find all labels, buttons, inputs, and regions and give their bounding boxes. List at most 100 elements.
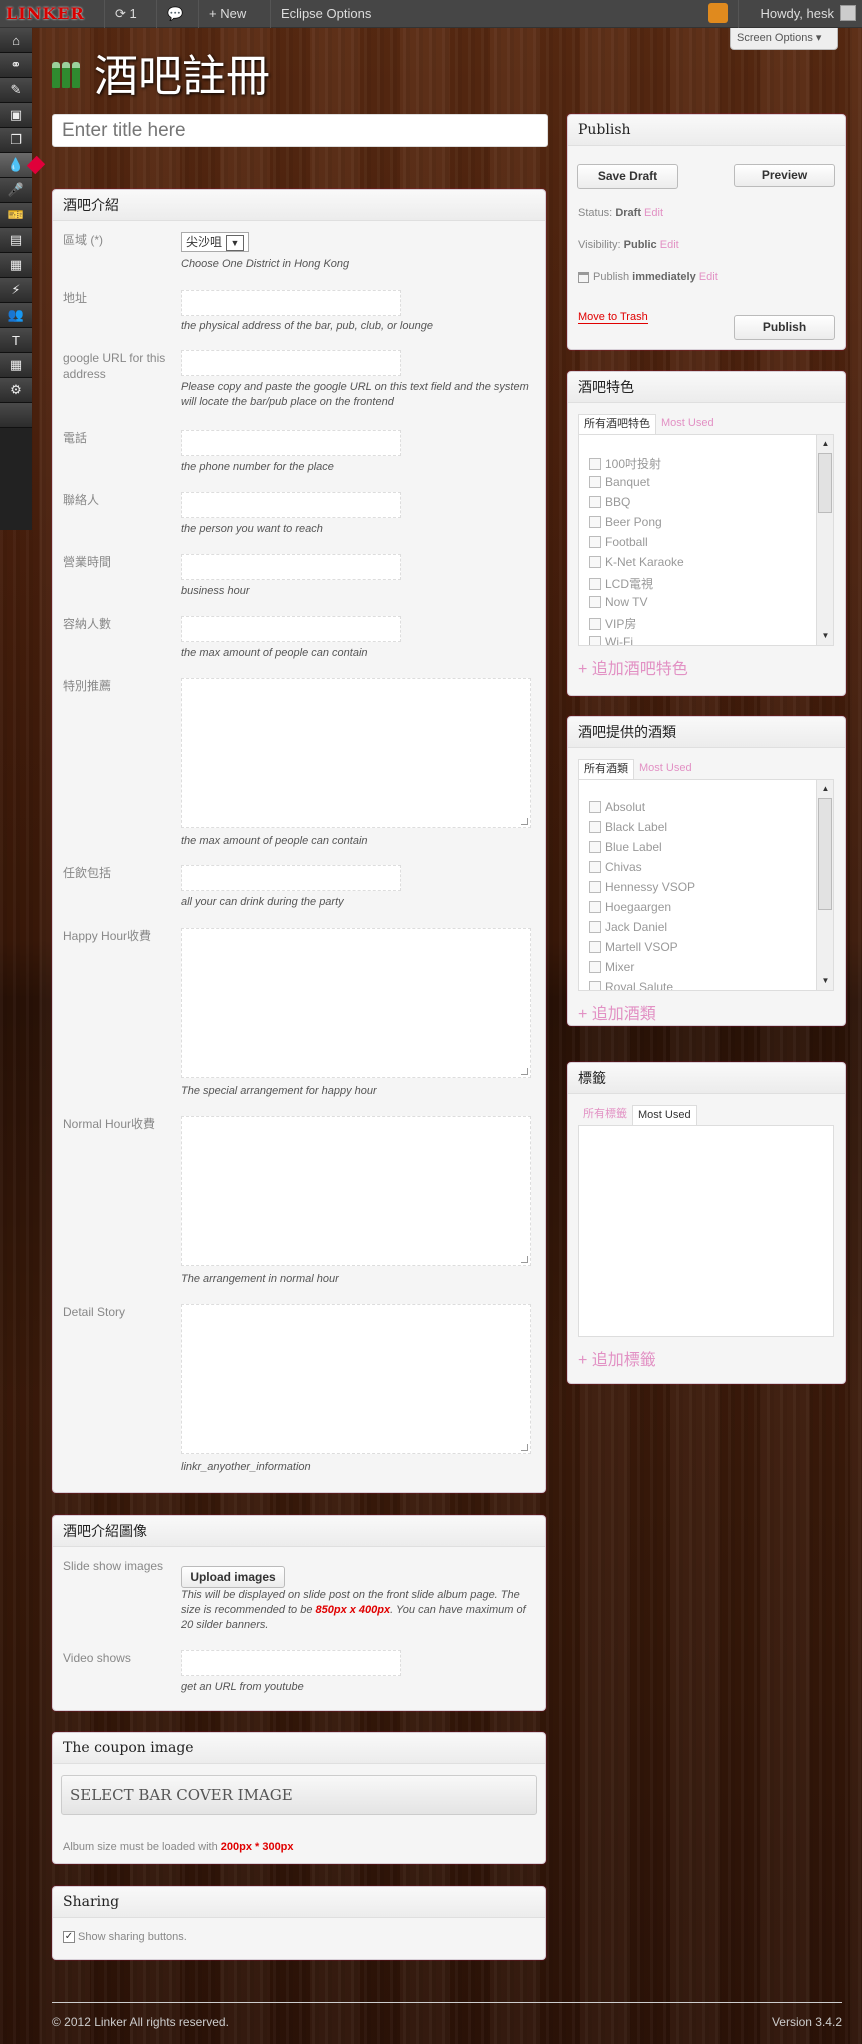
notification-icon[interactable] xyxy=(708,3,728,23)
tab-most-used-features[interactable]: Most Used xyxy=(656,414,719,434)
select-cover-image-button[interactable]: SELECT BAR COVER IMAGE xyxy=(61,1775,537,1815)
checkbox[interactable] xyxy=(589,577,601,590)
video-input[interactable] xyxy=(181,1650,401,1676)
menu-tools[interactable]: T xyxy=(0,328,32,353)
tab-all-features[interactable]: 所有酒吧特色 xyxy=(578,414,656,434)
status-edit-link[interactable]: Edit xyxy=(644,207,663,219)
menu-users[interactable]: 👥 xyxy=(0,303,32,328)
drink-item[interactable]: Hennessy VSOP xyxy=(589,880,695,894)
drink-item[interactable]: Martell VSOP xyxy=(589,940,678,954)
tab-most-used-drinks[interactable]: Most Used xyxy=(634,759,697,779)
add-tag-link[interactable]: + 追加標籤 xyxy=(578,1346,656,1370)
checkbox[interactable] xyxy=(589,636,601,645)
menu-settings[interactable]: ⚙ xyxy=(0,378,32,403)
drinks-scrollbar[interactable]: ▲ ▼ xyxy=(816,780,833,990)
comments-menu[interactable]: 💬 xyxy=(156,0,193,28)
checkbox[interactable] xyxy=(589,556,601,568)
menu-plugins[interactable]: ⚡ xyxy=(0,278,32,303)
upload-images-button[interactable]: Upload images xyxy=(181,1566,285,1588)
drink-item[interactable]: Blue Label xyxy=(589,840,662,854)
menu-collapse[interactable] xyxy=(0,403,32,428)
happy-hour-textarea[interactable] xyxy=(181,928,531,1078)
avatar[interactable] xyxy=(840,5,856,21)
address-input[interactable] xyxy=(181,290,401,316)
checkbox[interactable] xyxy=(589,981,601,990)
checkbox[interactable] xyxy=(589,516,601,528)
feature-item[interactable]: LCD電視 xyxy=(589,575,653,592)
updates-menu[interactable]: ⟳ 1 xyxy=(104,0,147,28)
checkbox[interactable] xyxy=(589,901,601,913)
checkbox[interactable] xyxy=(589,841,601,853)
menu-appearance[interactable]: ▦ xyxy=(0,253,32,278)
drink-item[interactable]: Black Label xyxy=(589,820,667,834)
move-to-trash-link[interactable]: Move to Trash xyxy=(578,311,648,324)
menu-media[interactable]: ▣ xyxy=(0,103,32,128)
drink-item[interactable]: Mixer xyxy=(589,960,634,974)
phone-input[interactable] xyxy=(181,430,401,456)
screen-options-button[interactable]: Screen Options ▾ xyxy=(730,28,838,50)
checkbox[interactable] xyxy=(589,881,601,893)
tab-all-drinks[interactable]: 所有酒類 xyxy=(578,759,634,779)
tab-most-used-tags[interactable]: Most Used xyxy=(632,1105,697,1125)
google-url-input[interactable] xyxy=(181,350,401,376)
menu-dashboard[interactable]: ⌂ xyxy=(0,28,32,53)
menu-microphone[interactable]: 🎤 xyxy=(0,178,32,203)
visibility-edit-link[interactable]: Edit xyxy=(660,239,679,251)
feature-item[interactable]: BBQ xyxy=(589,495,630,509)
checkbox[interactable] xyxy=(589,617,601,630)
feature-item[interactable]: Banquet xyxy=(589,475,650,489)
scroll-thumb[interactable] xyxy=(818,453,832,513)
checkbox[interactable] xyxy=(589,457,601,470)
checkbox[interactable] xyxy=(589,596,601,608)
menu-pages[interactable]: ❐ xyxy=(0,128,32,153)
new-content-menu[interactable]: + New xyxy=(198,0,256,28)
checkbox[interactable] xyxy=(589,921,601,933)
drink-item[interactable]: Chivas xyxy=(589,860,642,874)
feature-item[interactable]: K-Net Karaoke xyxy=(589,555,684,569)
save-draft-button[interactable]: Save Draft xyxy=(577,164,678,189)
menu-bars[interactable]: ⚭ xyxy=(0,53,32,78)
scroll-thumb[interactable] xyxy=(818,798,832,910)
menu-comments[interactable]: ▤ xyxy=(0,228,32,253)
detail-textarea[interactable] xyxy=(181,1304,531,1454)
menu-posts[interactable]: ✎ xyxy=(0,78,32,103)
preview-button[interactable]: Preview xyxy=(734,164,835,187)
checkbox[interactable] xyxy=(589,536,601,548)
menu-tickets[interactable]: 🎫 xyxy=(0,203,32,228)
menu-settings-grid[interactable]: ▦ xyxy=(0,353,32,378)
publish-time-edit-link[interactable]: Edit xyxy=(699,271,718,283)
menu-bar-register[interactable]: 💧 xyxy=(0,153,32,178)
contact-input[interactable] xyxy=(181,492,401,518)
feature-item[interactable]: VIP房 xyxy=(589,615,636,632)
checkbox[interactable] xyxy=(589,961,601,973)
sharing-checkbox[interactable]: ✓ xyxy=(63,1931,75,1943)
feature-item[interactable]: Wi-Fi xyxy=(589,635,633,645)
checkbox[interactable] xyxy=(589,496,601,508)
checkbox[interactable] xyxy=(589,861,601,873)
drink-item[interactable]: Jack Daniel xyxy=(589,920,667,934)
hours-input[interactable] xyxy=(181,554,401,580)
feature-item[interactable]: Now TV xyxy=(589,595,647,609)
tab-all-tags[interactable]: 所有標籤 xyxy=(578,1105,632,1125)
district-select[interactable]: 尖沙咀 ▼ xyxy=(181,232,250,252)
drink-item[interactable]: Hoegaargen xyxy=(589,900,671,914)
checkbox[interactable] xyxy=(589,821,601,833)
feature-item[interactable]: Beer Pong xyxy=(589,515,662,529)
free-drink-input[interactable] xyxy=(181,865,401,891)
checkbox[interactable] xyxy=(589,941,601,953)
howdy-user[interactable]: Howdy, hesk xyxy=(761,0,834,28)
feature-item[interactable]: Football xyxy=(589,535,648,549)
feature-item[interactable]: 100吋投射 xyxy=(589,455,661,472)
drink-item[interactable]: Royal Salute xyxy=(589,980,673,990)
add-feature-link[interactable]: + 追加酒吧特色 xyxy=(578,655,688,679)
site-logo[interactable]: LINKER xyxy=(6,4,85,23)
checkbox[interactable] xyxy=(589,801,601,813)
capacity-input[interactable] xyxy=(181,616,401,642)
drink-item[interactable]: Absolut xyxy=(589,800,645,814)
post-title-input[interactable] xyxy=(52,114,548,147)
add-drink-link[interactable]: + 追加酒類 xyxy=(578,1000,656,1024)
publish-button[interactable]: Publish xyxy=(734,315,835,340)
features-scrollbar[interactable]: ▲ ▼ xyxy=(816,435,833,645)
normal-hour-textarea[interactable] xyxy=(181,1116,531,1266)
special-textarea[interactable] xyxy=(181,678,531,828)
